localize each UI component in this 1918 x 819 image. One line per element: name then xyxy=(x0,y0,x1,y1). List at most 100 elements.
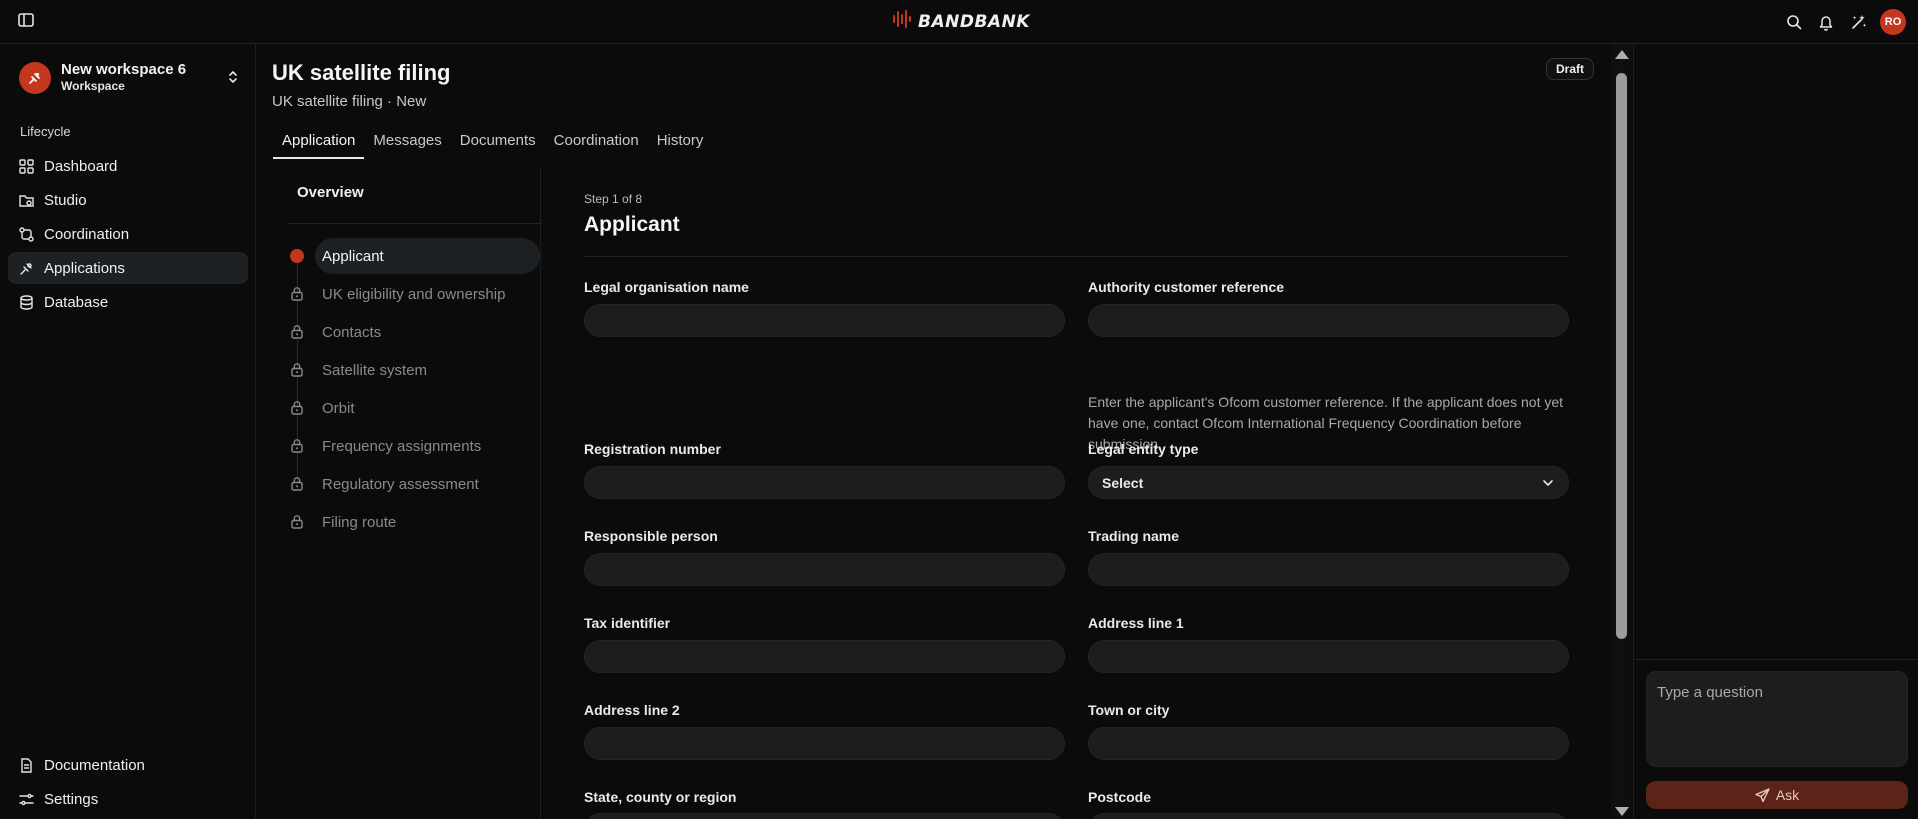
legal-org-name-input[interactable] xyxy=(584,304,1065,337)
address-line-2-input[interactable] xyxy=(584,727,1065,760)
sidebar-item-documentation[interactable]: Documentation xyxy=(8,749,248,781)
postcode-label: Postcode xyxy=(1088,789,1152,805)
search-icon[interactable] xyxy=(1784,11,1804,33)
lock-icon xyxy=(289,476,304,491)
chevron-up-down-icon xyxy=(227,69,239,90)
step-label: Frequency assignments xyxy=(322,437,482,455)
ask-button[interactable]: Ask xyxy=(1646,781,1908,809)
tab-bar: Application Messages Documents Coordinat… xyxy=(273,132,712,159)
authority-ref-label: Authority customer reference xyxy=(1088,279,1285,295)
tab-documents[interactable]: Documents xyxy=(451,132,545,159)
question-input[interactable] xyxy=(1646,671,1908,767)
scroll-up-arrow-icon[interactable] xyxy=(1615,50,1629,59)
main-scrollbar[interactable] xyxy=(1611,44,1631,819)
step-regulatory-assessment[interactable]: Regulatory assessment xyxy=(288,466,542,502)
scroll-thumb[interactable] xyxy=(1616,73,1627,639)
sidebar-item-label: Documentation xyxy=(44,756,145,774)
sidebar-item-studio[interactable]: Studio xyxy=(8,184,248,216)
ask-button-label: Ask xyxy=(1775,787,1800,803)
studio-icon xyxy=(19,194,34,207)
step-contacts[interactable]: Contacts xyxy=(288,314,542,350)
sidebar-bottom-nav: Documentation Settings xyxy=(8,749,248,817)
legal-org-name-label: Legal organisation name xyxy=(584,279,749,295)
sidebar-item-database[interactable]: Database xyxy=(8,286,248,318)
workspace-type: Workspace xyxy=(61,79,125,93)
sidebar-item-coordination[interactable]: Coordination xyxy=(8,218,248,250)
sidebar-toggle-icon[interactable] xyxy=(17,11,37,31)
sidebar-item-applications[interactable]: Applications xyxy=(8,252,248,284)
step-label: Regulatory assessment xyxy=(322,475,479,493)
lock-icon xyxy=(289,362,304,377)
tab-application[interactable]: Application xyxy=(273,132,365,159)
user-avatar[interactable]: RO xyxy=(1880,9,1906,35)
chevron-down-icon xyxy=(1543,480,1553,486)
divider xyxy=(288,223,542,224)
step-orbit[interactable]: Orbit xyxy=(288,390,542,426)
sidebar-item-label: Settings xyxy=(44,790,99,808)
tab-messages[interactable]: Messages xyxy=(364,132,450,159)
step-frequency-assignments[interactable]: Frequency assignments xyxy=(288,428,542,464)
sidebar-nav: Dashboard Studio Coordination Applicatio… xyxy=(8,150,248,320)
sidebar-item-dashboard[interactable]: Dashboard xyxy=(8,150,248,182)
lock-icon xyxy=(289,286,304,301)
lock-icon xyxy=(289,324,304,339)
waveform-icon xyxy=(892,8,912,35)
step-label: Satellite system xyxy=(322,361,428,379)
step-filing-route[interactable]: Filing route xyxy=(288,504,542,540)
applications-icon xyxy=(20,262,32,275)
registration-number-label: Registration number xyxy=(584,441,721,457)
responsible-person-input[interactable] xyxy=(584,553,1065,586)
state-region-label: State, county or region xyxy=(584,789,737,805)
form-title: Applicant xyxy=(584,213,680,236)
sidebar-section-label: Lifecycle xyxy=(20,124,71,139)
step-label: Applicant xyxy=(315,238,540,274)
registration-number-input[interactable] xyxy=(584,466,1065,499)
tax-identifier-input[interactable] xyxy=(584,640,1065,673)
status-badge: Draft xyxy=(1546,58,1595,80)
address-line-1-label: Address line 1 xyxy=(1088,615,1184,631)
trading-name-input[interactable] xyxy=(1088,553,1569,586)
overview-link[interactable]: Overview xyxy=(297,184,364,201)
address-line-1-input[interactable] xyxy=(1088,640,1569,673)
town-or-city-input[interactable] xyxy=(1088,727,1569,760)
page-title: UK satellite filing xyxy=(272,60,451,85)
lock-icon xyxy=(289,400,304,415)
page-subtitle: UK satellite filing · New xyxy=(272,93,427,110)
steps-panel: Overview Applicant UK eligibility and ow… xyxy=(288,168,542,819)
brand-logo[interactable]: BANDBANK xyxy=(892,8,1030,35)
send-icon xyxy=(1755,787,1770,802)
settings-icon xyxy=(19,793,34,805)
brand-name: BANDBANK xyxy=(918,11,1030,32)
coordination-icon xyxy=(19,226,34,242)
sidebar-item-label: Dashboard xyxy=(44,157,118,175)
step-label: UK eligibility and ownership xyxy=(322,285,506,303)
magic-wand-icon[interactable] xyxy=(1848,11,1868,33)
step-satellite-system[interactable]: Satellite system xyxy=(288,352,542,388)
step-uk-eligibility[interactable]: UK eligibility and ownership xyxy=(288,276,542,312)
state-region-input[interactable] xyxy=(584,813,1065,819)
legal-entity-type-label: Legal entity type xyxy=(1088,441,1199,457)
step-label: Orbit xyxy=(322,399,355,417)
document-icon xyxy=(21,757,32,773)
current-step-dot-icon xyxy=(289,248,304,263)
sidebar: New workspace 6 Workspace Lifecycle Dash… xyxy=(0,44,256,819)
step-applicant[interactable]: Applicant xyxy=(288,238,542,274)
postcode-input[interactable] xyxy=(1088,813,1569,819)
notification-bell-icon[interactable] xyxy=(1816,11,1836,33)
top-actions: RO xyxy=(1784,9,1906,35)
lock-icon xyxy=(289,438,304,453)
tab-history[interactable]: History xyxy=(648,132,713,159)
sidebar-item-label: Database xyxy=(44,293,109,311)
sidebar-item-label: Studio xyxy=(44,191,87,209)
sidebar-item-settings[interactable]: Settings xyxy=(8,783,248,815)
address-line-2-label: Address line 2 xyxy=(584,702,680,718)
tab-coordination[interactable]: Coordination xyxy=(545,132,648,159)
select-value: Select xyxy=(1102,474,1144,491)
legal-entity-type-select[interactable]: Select xyxy=(1088,466,1569,499)
scroll-down-arrow-icon[interactable] xyxy=(1615,807,1629,816)
divider xyxy=(1634,659,1918,660)
sidebar-item-label: Applications xyxy=(44,259,125,277)
authority-ref-input[interactable] xyxy=(1088,304,1569,337)
database-icon xyxy=(20,294,33,310)
workspace-switcher[interactable]: New workspace 6 Workspace xyxy=(19,59,239,97)
